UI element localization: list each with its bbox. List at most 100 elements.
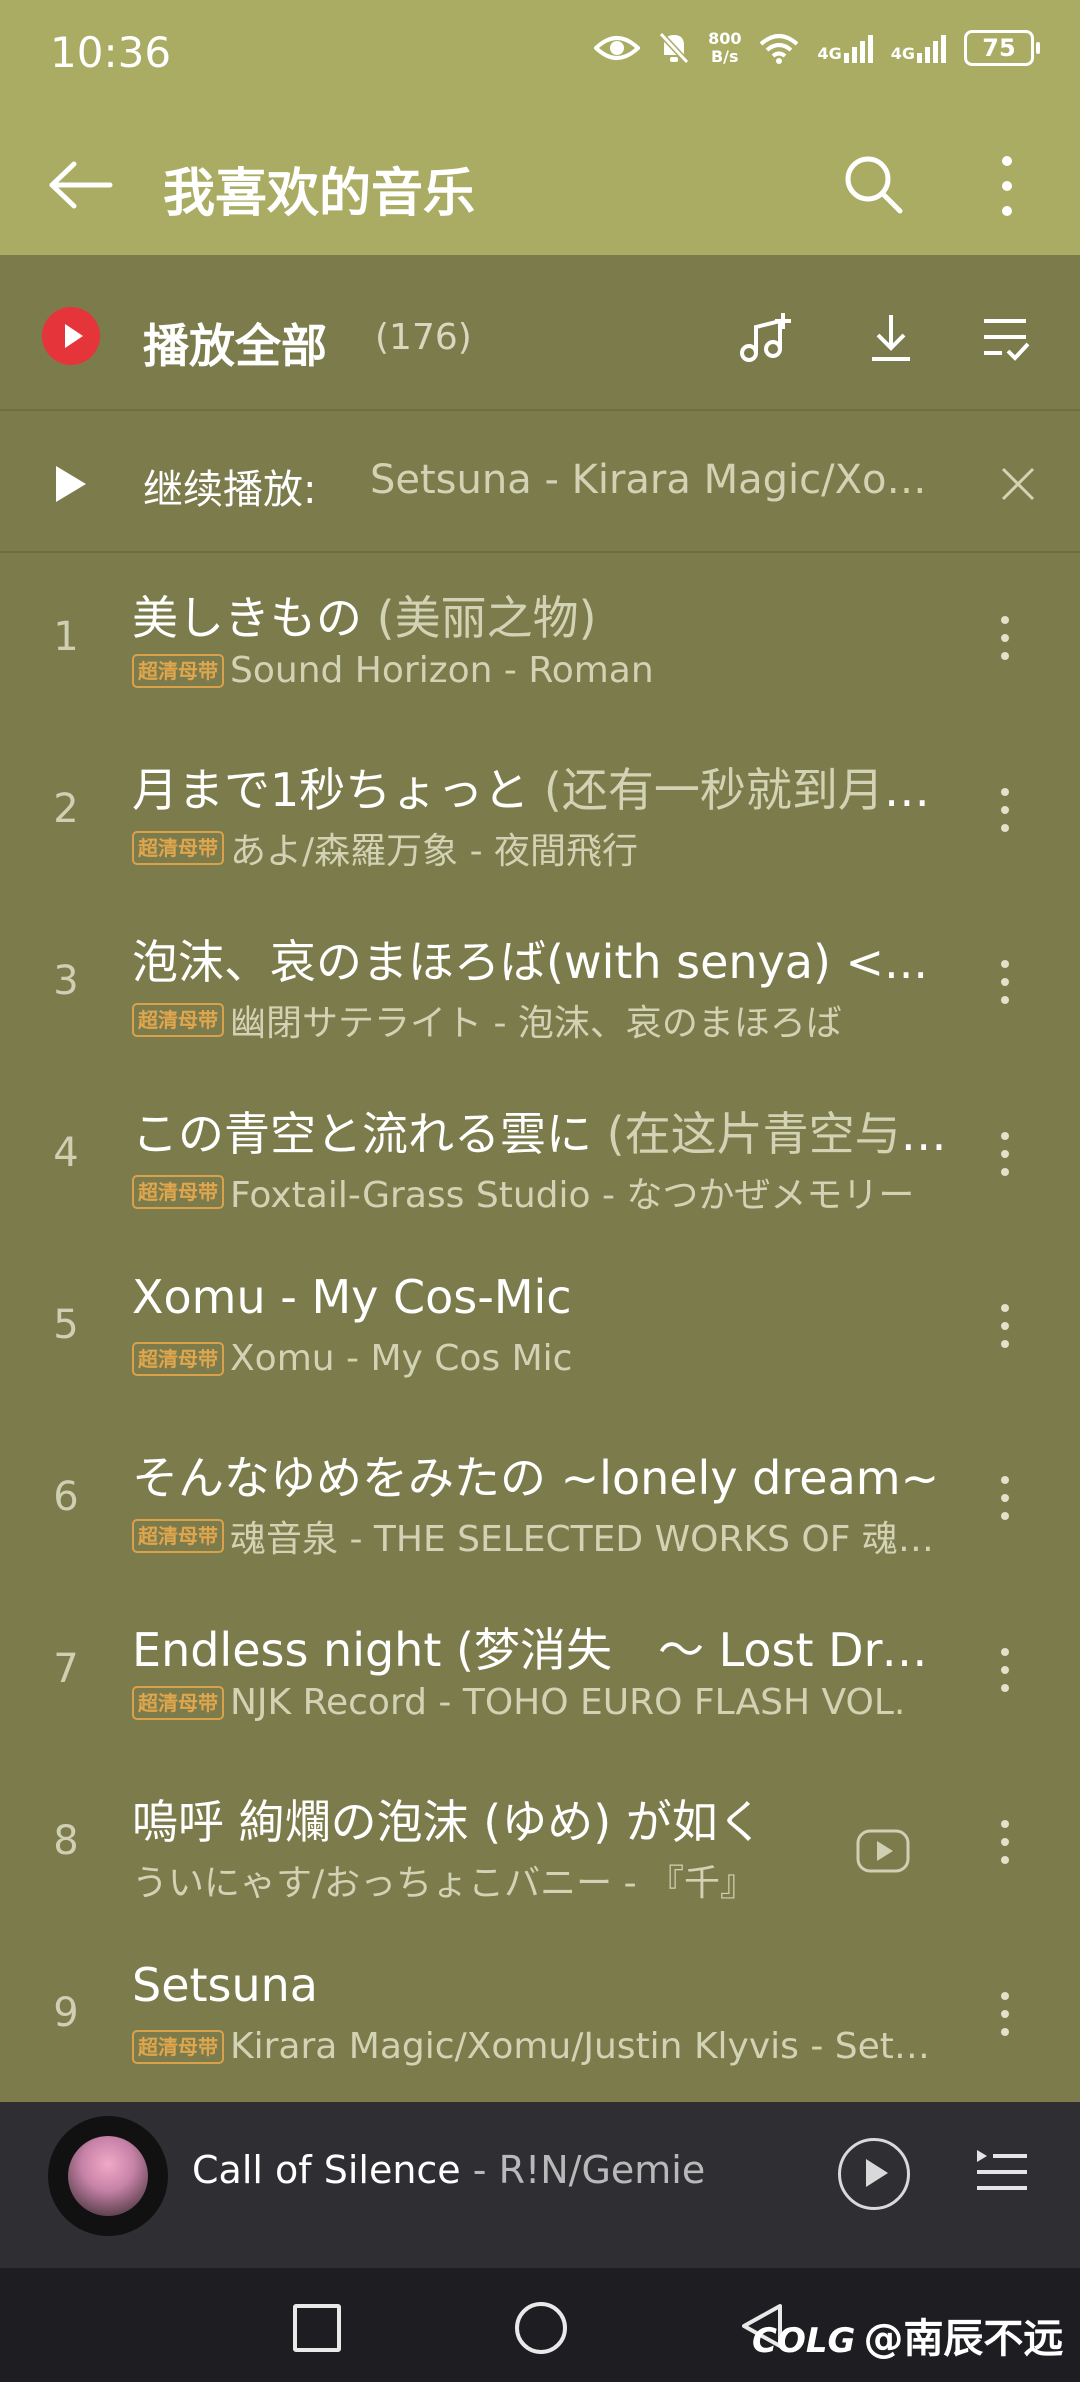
recents-icon[interactable]	[293, 2304, 341, 2352]
song-meta: 超清母带 魂音泉 - THE SELECTED WORKS OF 魂音泉	[132, 1510, 947, 1562]
now-playing-separator: -	[460, 2148, 499, 2192]
signal-1: 4G	[817, 33, 873, 63]
play-all-count: (176)	[375, 317, 472, 358]
song-row[interactable]: 3 泡沫、哀のまほろば(with senya) <... 超清母带 幽閉サテライト…	[0, 912, 1080, 1084]
search-icon[interactable]	[842, 153, 904, 215]
song-row[interactable]: 7 Endless night (梦消失 ～ Lost Dream) 超清母带 N…	[0, 1600, 1080, 1772]
song-number: 8	[53, 1818, 79, 1864]
song-more-icon[interactable]	[990, 1132, 1020, 1192]
continue-song: Setsuna - Kirara Magic/Xomu/Justin Klyvi…	[370, 457, 950, 503]
watermark-logo: COLG	[752, 2321, 856, 2361]
song-title-text: Endless night (梦消失 ～ Lost Dream)	[132, 1623, 947, 1677]
song-more-icon[interactable]	[990, 960, 1020, 1020]
playlist-queue-icon[interactable]	[973, 2146, 1029, 2198]
quality-badge: 超清母带	[132, 653, 224, 688]
song-more-icon[interactable]	[990, 1992, 1020, 2052]
home-icon[interactable]	[515, 2302, 567, 2354]
song-more-icon[interactable]	[990, 788, 1020, 848]
song-title-translation: (美丽之物)	[362, 591, 597, 645]
continue-label: 继续播放:	[143, 467, 317, 513]
song-artist-album: 魂音泉 - THE SELECTED WORKS OF 魂音泉	[230, 1519, 947, 1560]
continue-playing-row[interactable]: 继续播放: Setsuna - Kirara Magic/Xomu/Justin…	[0, 411, 1080, 551]
song-title: Xomu - My Cos-Mic	[132, 1270, 947, 1324]
song-row[interactable]: 9 Setsuna 超清母带 Kirara Magic/Xomu/Justin K…	[0, 1944, 1080, 2116]
song-title: 嗚呼 絢爛の泡沫 (ゆめ) が如く	[132, 1786, 822, 1852]
song-number: 7	[53, 1646, 79, 1692]
song-title: 月まで1秒ちょっと (还有一秒就到月亮)	[132, 754, 947, 820]
quality-badge: 超清母带	[132, 1175, 224, 1209]
play-all-button[interactable]: 播放全部	[143, 310, 327, 376]
status-icons: 800 B/s 4G 4G 75	[594, 29, 1040, 66]
now-playing-artist: R!N/Gemie	[498, 2148, 706, 2192]
song-number: 3	[53, 958, 79, 1004]
song-more-icon[interactable]	[990, 1820, 1020, 1880]
mv-video-icon[interactable]	[855, 1828, 911, 1874]
mini-player[interactable]: Call of Silence - R!N/Gemie	[0, 2102, 1080, 2268]
song-artist-album: Kirara Magic/Xomu/Justin Klyvis - Setsun…	[230, 2026, 947, 2067]
song-title-text: 泡沫、哀のまほろば(with senya) <...	[132, 935, 928, 989]
song-meta: 超清母带 Xomu - My Cos Mic	[132, 1338, 947, 1379]
song-title: Endless night (梦消失 ～ Lost Dream)	[132, 1614, 947, 1680]
add-to-playlist-icon[interactable]	[737, 311, 791, 365]
quality-badge: 超清母带	[132, 2029, 224, 2064]
divider	[0, 551, 1080, 553]
eye-icon	[594, 36, 641, 60]
song-number: 9	[53, 1990, 79, 2036]
status-bar: 10:36 800 B/s 4G 4G 75	[0, 0, 1080, 115]
song-title: そんなゆめをみたの ~lonely dream~	[132, 1442, 947, 1508]
now-playing-info[interactable]: Call of Silence - R!N/Gemie	[192, 2148, 705, 2192]
song-number: 5	[53, 1302, 79, 1348]
more-vertical-icon[interactable]	[990, 153, 1024, 219]
song-title-translation: (在这片青空与流云)	[606, 1107, 947, 1161]
song-row[interactable]: 8 嗚呼 絢爛の泡沫 (ゆめ) が如く ういにゃす/おっちょこバニー - 『千』	[0, 1772, 1080, 1944]
net-speed-value: 800	[708, 29, 742, 48]
download-icon[interactable]	[864, 311, 918, 365]
signal-2-bars-icon	[917, 33, 946, 63]
song-title: この青空と流れる雲に (在这片青空与流云)	[132, 1098, 947, 1164]
song-artist-album: あよ/森羅万象 - 夜間飛行	[230, 831, 639, 872]
album-art-disc[interactable]	[48, 2116, 168, 2236]
now-playing-title: Call of Silence	[192, 2148, 461, 2192]
song-title-text: 月まで1秒ちょっと	[132, 763, 530, 817]
song-row[interactable]: 2 月まで1秒ちょっと (还有一秒就到月亮) 超清母带 あよ/森羅万象 - 夜間飛…	[0, 740, 1080, 912]
quality-badge: 超清母带	[132, 831, 224, 865]
back-arrow-icon[interactable]	[48, 161, 114, 209]
system-nav-bar: COLG @南辰不远	[0, 2268, 1080, 2382]
page-title: 我喜欢的音乐	[163, 164, 476, 224]
bell-mute-icon	[658, 31, 690, 65]
song-row[interactable]: 6 そんなゆめをみたの ~lonely dream~ 超清母带 魂音泉 - THE…	[0, 1428, 1080, 1600]
song-number: 4	[53, 1130, 79, 1176]
close-icon[interactable]	[1000, 466, 1036, 502]
net-speed-unit: B/s	[710, 47, 739, 66]
signal-1-bars-icon	[843, 33, 873, 63]
song-more-icon[interactable]	[990, 1476, 1020, 1536]
signal-2-label: 4G	[890, 44, 915, 63]
song-title-text: そんなゆめをみたの ~lonely dream~	[132, 1451, 940, 1505]
watermark: COLG @南辰不远	[752, 2306, 1063, 2364]
song-title-text: 美しきもの	[132, 591, 362, 645]
song-more-icon[interactable]	[990, 616, 1020, 676]
multi-select-icon[interactable]	[978, 311, 1032, 365]
quality-badge: 超清母带	[132, 1685, 224, 1720]
song-row[interactable]: 4 この青空と流れる雲に (在这片青空与流云) 超清母带Foxtail-Gras…	[0, 1084, 1080, 1256]
song-row[interactable]: 1 美しきもの (美丽之物) 超清母带 Sound Horizon - Roman	[0, 568, 1080, 740]
song-artist-album: Sound Horizon - Roman	[230, 650, 654, 691]
song-number: 1	[53, 614, 79, 660]
signal-2: 4G	[891, 33, 946, 63]
song-artist-album: 幽閉サテライト - 泡沫、哀のまほろば	[230, 1003, 842, 1044]
song-title-text: Setsuna	[132, 1958, 318, 2012]
song-meta: 超清母带 Foxtail-Grass Studio - なつかぜメモリー	[132, 1166, 947, 1218]
song-meta: ういにゃす/おっちょこバニー - 『千』	[132, 1854, 822, 1906]
song-more-icon[interactable]	[990, 1648, 1020, 1708]
play-all-icon[interactable]	[42, 307, 100, 365]
signal-1-label: 4G	[817, 44, 842, 63]
song-title: 泡沫、哀のまほろば(with senya) <...	[132, 926, 947, 992]
song-row[interactable]: 5 Xomu - My Cos-Mic 超清母带 Xomu - My Cos Mi…	[0, 1256, 1080, 1428]
watermark-handle: @南辰不远	[863, 2316, 1064, 2362]
song-number: 2	[53, 786, 79, 832]
song-title: Setsuna	[132, 1958, 947, 2012]
song-more-icon[interactable]	[990, 1304, 1020, 1364]
quality-badge: 超清母带	[132, 1003, 224, 1037]
continue-play-icon[interactable]	[56, 466, 86, 502]
player-play-button[interactable]	[838, 2138, 910, 2210]
